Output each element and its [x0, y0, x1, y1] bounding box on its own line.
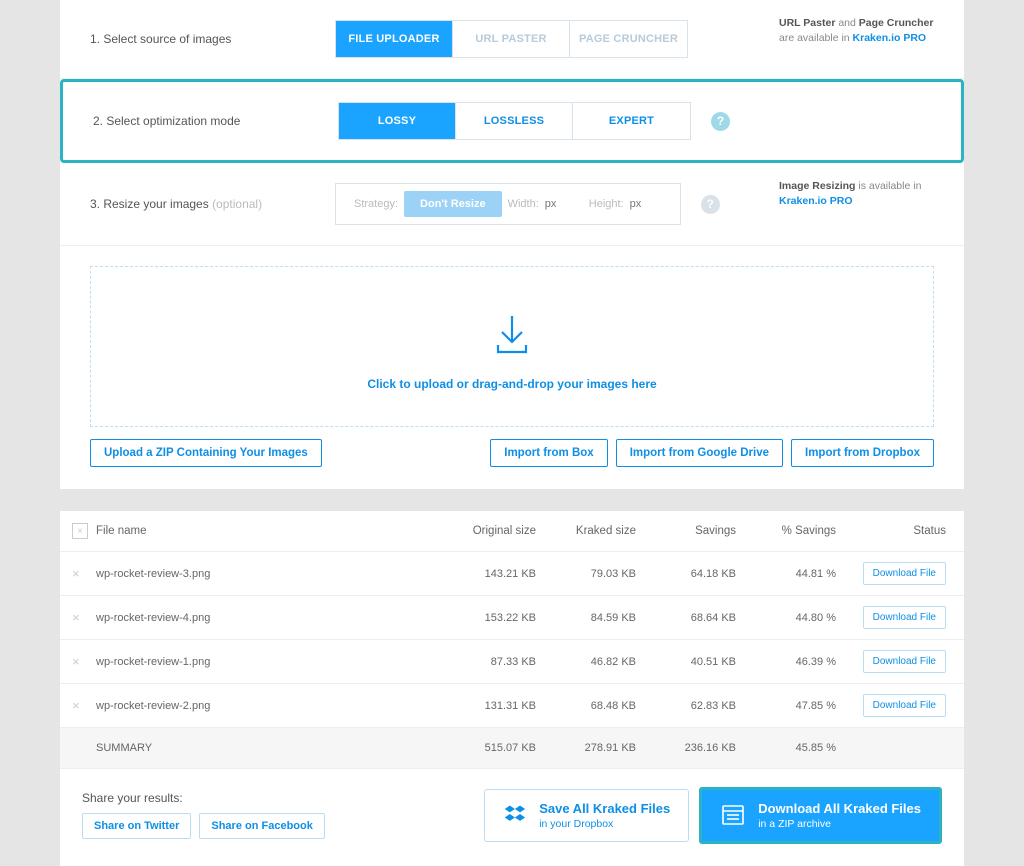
download-file-button[interactable]: Download File: [863, 650, 946, 673]
resize-controls: Strategy: Don't Resize Width: Height:: [335, 183, 681, 225]
width-label: Width:: [508, 198, 539, 210]
summary-row: SUMMARY 515.07 KB 278.91 KB 236.16 KB 45…: [60, 728, 964, 769]
download-file-button[interactable]: Download File: [863, 694, 946, 717]
download-file-button[interactable]: Download File: [863, 606, 946, 629]
zip-icon: [720, 802, 746, 828]
cell-filename: wp-rocket-review-2.png: [96, 700, 436, 712]
cell-kraked: 68.48 KB: [536, 700, 636, 712]
results-panel: × File name Original size Kraked size Sa…: [60, 511, 964, 866]
help-icon[interactable]: ?: [711, 112, 730, 131]
step3-note: Image Resizing is available in Kraken.io…: [779, 179, 934, 208]
step1-note: URL Paster and Page Cruncher are availab…: [779, 16, 934, 45]
share-label: Share your results:: [82, 791, 325, 805]
col-kraked: Kraked size: [536, 525, 636, 537]
download-file-button[interactable]: Download File: [863, 562, 946, 585]
cell-savings: 62.83 KB: [636, 700, 736, 712]
strategy-select[interactable]: Don't Resize: [404, 191, 502, 217]
source-tabs: FILE UPLOADER URL PASTER PAGE CRUNCHER: [335, 20, 688, 58]
cell-savings: 68.64 KB: [636, 612, 736, 624]
results-header: × File name Original size Kraked size Sa…: [60, 511, 964, 552]
table-row: ×wp-rocket-review-1.png87.33 KB46.82 KB4…: [60, 640, 964, 684]
import-gdrive-button[interactable]: Import from Google Drive: [616, 439, 783, 467]
cell-savings: 40.51 KB: [636, 656, 736, 668]
cell-original: 87.33 KB: [436, 656, 536, 668]
col-original: Original size: [436, 525, 536, 537]
step2-row: 2. Select optimization mode LOSSY LOSSLE…: [60, 79, 964, 163]
note-bold: Page Cruncher: [859, 17, 934, 29]
cell-filename: wp-rocket-review-4.png: [96, 612, 436, 624]
download-zip-button[interactable]: Download All Kraked Files in a ZIP archi…: [699, 787, 942, 844]
table-row: ×wp-rocket-review-2.png131.31 KB68.48 KB…: [60, 684, 964, 728]
height-input[interactable]: [630, 198, 668, 210]
cell-kraked: 84.59 KB: [536, 612, 636, 624]
table-row: ×wp-rocket-review-4.png153.22 KB84.59 KB…: [60, 596, 964, 640]
import-buttons-row: Upload a ZIP Containing Your Images Impo…: [60, 439, 964, 489]
tab-lossless[interactable]: LOSSLESS: [456, 103, 573, 139]
tab-expert[interactable]: EXPERT: [573, 103, 690, 139]
close-icon[interactable]: ×: [72, 523, 88, 539]
summary-label: SUMMARY: [96, 742, 436, 754]
cell-kraked: 79.03 KB: [536, 568, 636, 580]
col-filename: File name: [96, 525, 436, 537]
upload-zip-button[interactable]: Upload a ZIP Containing Your Images: [90, 439, 322, 467]
cell-filename: wp-rocket-review-3.png: [96, 568, 436, 580]
dropzone-text: Click to upload or drag-and-drop your im…: [91, 377, 933, 391]
step1-label: 1. Select source of images: [90, 32, 335, 46]
table-row: ×wp-rocket-review-3.png143.21 KB79.03 KB…: [60, 552, 964, 596]
pro-link[interactable]: Kraken.io PRO: [853, 32, 927, 44]
save-dropbox-button[interactable]: Save All Kraked Files in your Dropbox: [484, 789, 689, 842]
note-bold: Image Resizing: [779, 180, 855, 192]
step3-row: 3. Resize your images (optional) Strateg…: [60, 163, 964, 246]
cell-pct: 44.80 %: [736, 612, 836, 624]
cell-pct: 44.81 %: [736, 568, 836, 580]
import-box-button[interactable]: Import from Box: [490, 439, 607, 467]
share-row: Share your results: Share on Twitter Sha…: [60, 769, 964, 866]
step2-label: 2. Select optimization mode: [93, 114, 338, 128]
help-icon[interactable]: ?: [701, 195, 720, 214]
height-label: Height:: [589, 198, 624, 210]
note-bold: URL Paster: [779, 17, 835, 29]
upload-dropzone[interactable]: Click to upload or drag-and-drop your im…: [90, 266, 934, 427]
col-status: Status: [836, 525, 946, 537]
tab-url-paster[interactable]: URL PASTER: [453, 21, 570, 57]
cell-kraked: 46.82 KB: [536, 656, 636, 668]
cell-pct: 46.39 %: [736, 656, 836, 668]
col-pct: % Savings: [736, 525, 836, 537]
cell-original: 153.22 KB: [436, 612, 536, 624]
step1-row: 1. Select source of images FILE UPLOADER…: [60, 0, 964, 79]
remove-icon[interactable]: ×: [72, 698, 96, 713]
width-input[interactable]: [545, 198, 583, 210]
remove-icon[interactable]: ×: [72, 610, 96, 625]
tab-file-uploader[interactable]: FILE UPLOADER: [336, 21, 453, 57]
cell-original: 131.31 KB: [436, 700, 536, 712]
remove-icon[interactable]: ×: [72, 566, 96, 581]
dropbox-icon: [503, 803, 527, 827]
cell-filename: wp-rocket-review-1.png: [96, 656, 436, 668]
step3-label: 3. Resize your images (optional): [90, 197, 335, 211]
cell-savings: 64.18 KB: [636, 568, 736, 580]
share-twitter-button[interactable]: Share on Twitter: [82, 813, 191, 839]
tab-page-cruncher[interactable]: PAGE CRUNCHER: [570, 21, 687, 57]
tab-lossy[interactable]: LOSSY: [339, 103, 456, 139]
cell-pct: 47.85 %: [736, 700, 836, 712]
pro-link[interactable]: Kraken.io PRO: [779, 195, 853, 207]
strategy-label: Strategy:: [354, 198, 398, 210]
download-icon: [488, 312, 536, 360]
import-dropbox-button[interactable]: Import from Dropbox: [791, 439, 934, 467]
share-facebook-button[interactable]: Share on Facebook: [199, 813, 324, 839]
col-savings: Savings: [636, 525, 736, 537]
cell-original: 143.21 KB: [436, 568, 536, 580]
mode-tabs: LOSSY LOSSLESS EXPERT: [338, 102, 691, 140]
remove-icon[interactable]: ×: [72, 654, 96, 669]
